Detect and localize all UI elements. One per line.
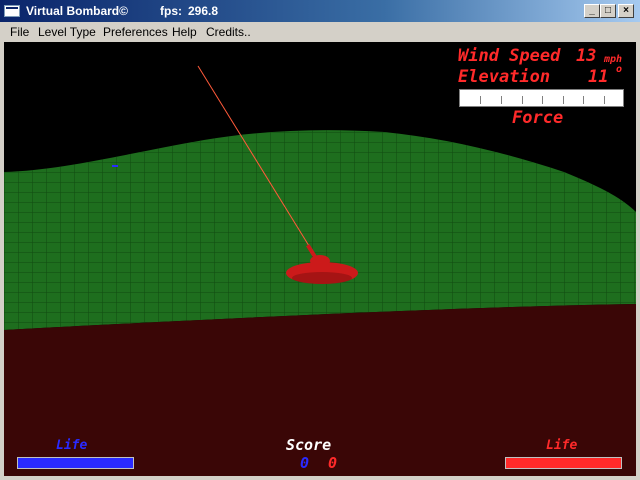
force-tick [480, 96, 481, 104]
force-meter [459, 89, 624, 107]
elevation-unit: o [616, 64, 623, 75]
game-viewport[interactable]: Wind Speed 13 mph Elevation 11 o Force L… [4, 42, 636, 476]
score-right: 0 [328, 454, 338, 472]
force-tick [501, 96, 502, 104]
force-tick [542, 96, 543, 104]
left-life-bar [17, 457, 134, 469]
menu-file[interactable]: File [10, 25, 29, 39]
wind-speed-value: 13 [576, 46, 597, 66]
game-window: Virtual Bombard© fps: 296.8 _ □ × File Le… [0, 0, 640, 480]
menu-credits[interactable]: Credits.. [206, 25, 251, 39]
force-tick [563, 96, 564, 104]
title-bar[interactable]: Virtual Bombard© fps: 296.8 _ □ × [0, 0, 640, 22]
force-label: Force [512, 108, 564, 128]
fps-label: fps: [160, 4, 182, 18]
tank-shadow [292, 272, 352, 284]
left-life-label: Life [56, 438, 88, 453]
close-button[interactable]: × [618, 4, 634, 18]
maximize-button[interactable]: □ [600, 4, 616, 18]
app-icon[interactable] [4, 5, 20, 17]
window-title: Virtual Bombard© [26, 4, 128, 18]
right-life-bar [505, 457, 622, 469]
force-tick [583, 96, 584, 104]
elevation-value: 11 [588, 67, 609, 87]
force-tick [522, 96, 523, 104]
elevation-label: Elevation [458, 67, 551, 87]
wind-speed-label: Wind Speed [458, 46, 561, 66]
minimize-button[interactable]: _ [584, 4, 600, 18]
right-life-label: Life [546, 438, 578, 453]
score-left: 0 [300, 454, 310, 472]
distant-enemy-marker [112, 165, 118, 167]
force-tick [604, 96, 605, 104]
score-label: Score [286, 436, 332, 454]
fps-value: 296.8 [188, 4, 219, 18]
menu-level-type[interactable]: Level Type [38, 25, 96, 39]
menu-help[interactable]: Help [172, 25, 197, 39]
menu-bar: File Level Type Preferences Help Credits… [0, 22, 640, 42]
menu-preferences[interactable]: Preferences [103, 25, 168, 39]
fps-readout: fps: 296.8 [160, 4, 218, 18]
